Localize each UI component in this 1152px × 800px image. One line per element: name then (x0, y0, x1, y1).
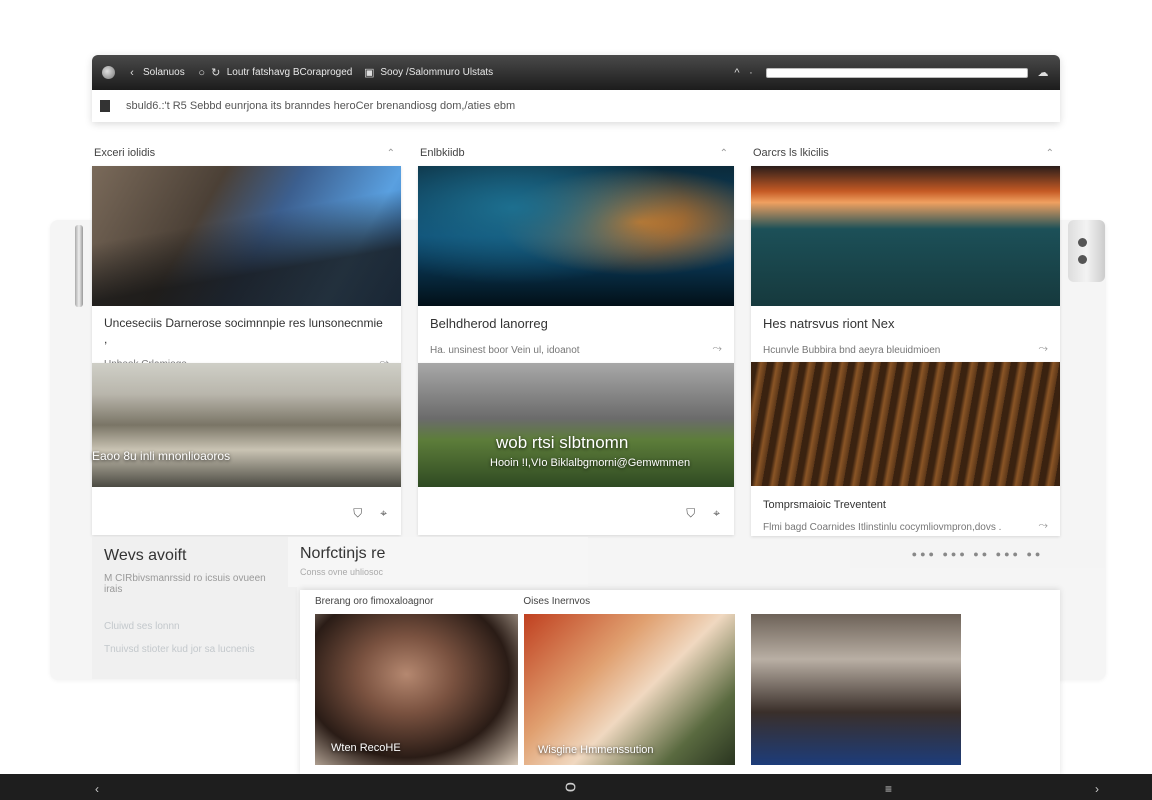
title-item[interactable]: Sooy /Salommuro Ulstats (380, 67, 493, 78)
gallery-card[interactable]: Eaoo 8u inli mnonlioaoros ⛉ ⌖ (92, 363, 401, 535)
sheet-tab[interactable]: Brerang oro fimoxaloagnor (315, 596, 433, 607)
share-icon[interactable]: ⤳ (712, 341, 722, 356)
left-scroll-handle[interactable] (75, 225, 83, 307)
gallery-card[interactable]: wob rtsi slbtnomn Hooin !I,VIo Biklalbgm… (418, 363, 734, 535)
notification-heading: Norfctinjs re (300, 545, 386, 562)
gallery-card[interactable]: Belhdherod lanorreg Ha. unsinest boor Ve… (418, 166, 734, 363)
interior-photo[interactable] (751, 614, 961, 765)
gallery-card[interactable]: Hes natrsvus riont Nex Hcunvle Bubbira b… (751, 166, 1060, 362)
sheet-tab[interactable]: Oises Inernvos (523, 596, 590, 607)
home-icon[interactable]: ᴑ (565, 776, 576, 797)
column-label: Oarcrs ls lkicilis (753, 147, 829, 159)
browser-titlebar: ‹ Solanuos ○ ↻ Loutr fatshavg BCoraproge… (92, 55, 1060, 90)
gallery-column-2: Enlbkiidb ⌃ Belhdherod lanorreg Ha. unsi… (418, 140, 734, 535)
lower-left-panel: Wevs avoift M CIRbivsmanrssid ro icsuis … (92, 537, 297, 679)
castle-image[interactable] (92, 166, 401, 306)
card-meta: Hes natrsvus riont Nex Hcunvle Bubbira b… (751, 306, 1060, 362)
location-icon[interactable]: ⌖ (713, 506, 720, 521)
globe-icon[interactable] (102, 66, 115, 79)
back-icon[interactable]: ‹ (95, 782, 99, 796)
image-overlay-text: Eaoo 8u inli mnonlioaoros (92, 449, 231, 463)
reload-icon[interactable]: ↻ (209, 66, 223, 80)
title-item[interactable]: Solanuos (143, 67, 185, 78)
url-bar[interactable] (766, 67, 1028, 78)
back-icon[interactable]: ‹ (125, 66, 139, 80)
chevron-up-icon[interactable]: ⌃ (720, 148, 728, 159)
save-icon[interactable]: ⛉ (353, 506, 362, 521)
gallery-card[interactable]: Tomprsmaioic Treventent Flmi bagd Coarni… (751, 362, 1060, 536)
card-subtitle: Ha. unsinest boor Vein ul, idoanot (430, 344, 580, 356)
sheet-tabs: Brerang oro fimoxaloagnor Oises Inernvos (300, 590, 1060, 612)
image-overlay-caption: Hooin !I,VIo Biklalbgmorni@Gemwmmen (490, 457, 691, 469)
winter-landscape-image[interactable]: Eaoo 8u inli mnonlioaoros (92, 363, 401, 487)
card-title[interactable]: Belhdherod lanorreg (430, 316, 722, 333)
card-title[interactable]: Hes natrsvus riont Nex (763, 316, 1048, 333)
column-label: Exceri iolidis (94, 147, 156, 159)
address-text: sbuld6.:'t R5 Sebbd eunrjona its brannde… (126, 100, 516, 112)
photo-caption: Wisgine Hmmenssution (538, 744, 654, 756)
card-meta: Tomprsmaioic Treventent Flmi bagd Coarni… (751, 486, 1060, 539)
forward-icon[interactable]: › (1095, 782, 1099, 796)
column-header: Oarcrs ls lkicilis ⌃ (751, 140, 1060, 166)
portrait-photo[interactable]: Wten RecoHE (315, 614, 518, 765)
bottom-sheet: Brerang oro fimoxaloagnor Oises Inernvos… (300, 590, 1060, 776)
card-meta: Belhdherod lanorreg Ha. unsinest boor Ve… (418, 306, 734, 362)
forest-image[interactable] (751, 362, 1060, 486)
cloud-icon[interactable]: ☁ (1036, 66, 1050, 80)
card-subtitle: Flmi bagd Coarnides Itlinstinlu cocymlio… (763, 522, 1002, 534)
gallery-column-1: Exceri iolidis ⌃ Unceseciis Darnerose so… (92, 140, 401, 535)
seascape-image[interactable] (751, 166, 1060, 306)
panel-link[interactable]: Tnuivsd stioter kud jor sa lucnenis (104, 644, 285, 655)
card-actions: ⛉ ⌖ (353, 506, 387, 521)
chevron-up-icon[interactable]: ⌃ (387, 148, 395, 159)
chevron-up-icon[interactable]: ⌃ (1046, 148, 1054, 159)
browser-window: ‹ Solanuos ○ ↻ Loutr fatshavg BCoraproge… (92, 55, 1060, 122)
column-header: Enlbkiidb ⌃ (418, 140, 734, 166)
panel-subtitle: M CIRbivsmanrssid ro icsuis ovueen irais (104, 573, 266, 595)
column-header: Exceri iolidis ⌃ (92, 140, 401, 166)
image-overlay-title: wob rtsi slbtnomn (496, 433, 629, 452)
menu-icon[interactable]: ≡ (885, 782, 892, 796)
notification-subtitle: Conss ovne uhliosoc (300, 567, 384, 577)
right-side-handle[interactable] (1068, 220, 1105, 282)
window-icon[interactable]: ▣ (362, 66, 376, 80)
pagination-dots[interactable]: ●●● ●●● ●● ●●● ●● (850, 540, 1105, 568)
bookmark-icon (100, 100, 110, 112)
notification-panel: Norfctinjs re Conss ovne uhliosoc (288, 537, 588, 587)
chevron-up-icon[interactable]: ^ (730, 66, 744, 80)
bottom-bar: ‹ ᴑ ≡ › (0, 774, 1152, 800)
stop-icon[interactable]: ○ (195, 66, 209, 80)
card-title[interactable]: Unceseciis Darnerose socimnnpie res luns… (104, 316, 389, 347)
panel-heading: Wevs avoift (104, 547, 187, 564)
column-label: Enlbkiidb (420, 147, 465, 159)
share-icon[interactable]: ⤳ (1038, 518, 1048, 533)
card-subtitle: Hcunvle Bubbira bnd aeyra bleuidmioen (763, 344, 941, 356)
photo-caption: Wten RecoHE (331, 742, 401, 754)
save-icon[interactable]: ⛉ (686, 506, 695, 521)
title-item[interactable]: Loutr fatshavg BCoraproged (227, 67, 353, 78)
dot-icon[interactable]: · (744, 66, 758, 80)
handle-dot-bottom (1078, 255, 1087, 264)
gallery-card[interactable]: Unceseciis Darnerose socimnnpie res luns… (92, 166, 401, 370)
handle-dot-top (1078, 238, 1087, 247)
blurred-photo[interactable]: Wisgine Hmmenssution (524, 614, 735, 765)
gallery-column-3: Oarcrs ls lkicilis ⌃ Hes natrsvus riont … (751, 140, 1060, 536)
share-icon[interactable]: ⤳ (1038, 341, 1048, 356)
address-row[interactable]: sbuld6.:'t R5 Sebbd eunrjona its brannde… (92, 90, 1060, 122)
card-actions: ⛉ ⌖ (686, 506, 720, 521)
card-title[interactable]: Tomprsmaioic Treventent (763, 498, 1048, 512)
lighthouse-image[interactable]: wob rtsi slbtnomn Hooin !I,VIo Biklalbgm… (418, 363, 734, 487)
panel-link[interactable]: Cluiwd ses lonnn (104, 621, 285, 632)
lagoon-image[interactable] (418, 166, 734, 306)
location-icon[interactable]: ⌖ (380, 506, 387, 521)
